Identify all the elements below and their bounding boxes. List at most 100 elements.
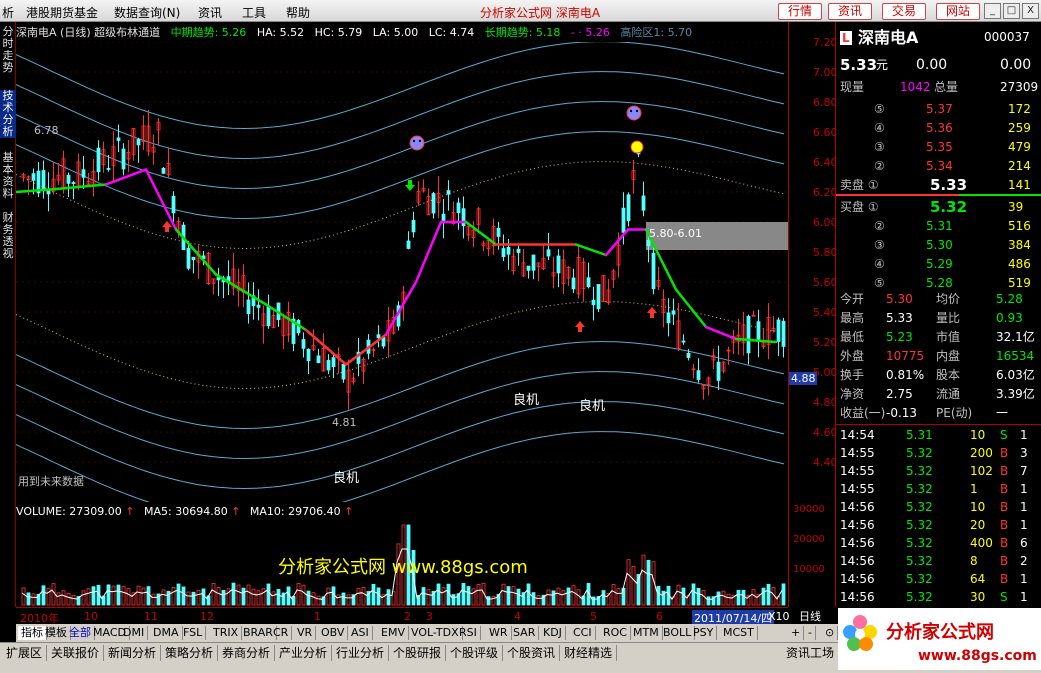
candle-body [776,319,781,342]
bottom-tab[interactable]: 新闻分析 [104,645,162,661]
candle-body [331,357,336,368]
indicator-tab[interactable]: ROC [600,626,631,640]
indicator-tab[interactable]: RSI [456,626,481,640]
chart-nav-button[interactable]: - [805,626,816,640]
quote-field: 14:56 [840,554,875,568]
quote-field: S [1000,428,1008,442]
bottom-tab[interactable]: 产业分析 [275,645,333,661]
website-button[interactable]: 网站 [936,3,980,20]
sad-face-icon [409,135,425,151]
menu-bar: 析 港股期货基金 数据查询(N) 资讯 工具 帮助 分析家公式网 深南电A 行情… [0,0,1041,22]
bottom-tab[interactable]: 个股研报 [389,645,447,661]
menu-item-news[interactable]: 资讯 [198,4,222,21]
tab-fundamentals[interactable]: 基本资料 [0,152,16,200]
chart-nav-button[interactable]: ⊙ [822,626,839,640]
candle-body [696,370,701,380]
tab-financials[interactable]: 财务透视 [0,212,16,260]
info-workshop-tab[interactable]: 资讯工场 [782,645,840,661]
quote-field: 14:54 [840,428,875,442]
future-data-note: 用到未来数据 [18,474,84,488]
tick-row: 14:56 5.32 8 B 2 [836,552,1041,571]
trend-segment [384,280,418,336]
menu-item-help[interactable]: 帮助 [286,4,310,21]
candle-body [596,284,601,310]
indicator-tab[interactable]: CCI [570,626,596,640]
candle-body [546,249,551,257]
menu-item-data-query[interactable]: 数据查询(N) [114,4,180,21]
tab-technical[interactable]: 技术分析 [0,90,16,138]
quote-button[interactable]: 行情 [778,3,822,20]
volume-bar [341,592,346,606]
news-button[interactable]: 资讯 [828,3,872,20]
indicator-tab[interactable]: FSL [180,626,207,640]
volume-bar [766,583,771,606]
volume-bar [601,590,606,606]
price-axis: 7.20 7.00 6.80 6.60 6.40 6.20 6.00 5.80 5.60 5.40… [788,22,838,623]
indicator-tab[interactable]: DMI [120,626,149,640]
quote-field: -0.13 [886,406,918,420]
candlestick-chart[interactable]: 6.78 4.81 5.80-6.01 良机 良机 良机 用到未来数据 [16,42,788,502]
quote-field: 14:55 [840,464,875,478]
bottom-tab[interactable]: 个股评级 [446,645,504,661]
volume-bar [116,584,121,606]
candle-body [586,277,591,288]
indicator-tab[interactable]: VR [294,626,317,640]
indicator-tab[interactable]: PSY [690,626,718,640]
indicator-tab[interactable]: EMV [378,626,409,640]
volume-bar [761,587,766,606]
quote-field: 1 [1020,428,1028,442]
quote-field: 30 [970,590,986,604]
indicator-tab[interactable]: DMA [150,626,183,640]
volume-bar [476,583,481,606]
quote-field: 3.39亿 [996,387,1035,401]
trade-button[interactable]: 交易 [882,3,926,20]
bottom-tab[interactable]: 策略分析 [161,645,219,661]
indicator-tab[interactable]: TRIX [210,626,243,640]
indicator-tab[interactable]: CR [270,626,293,640]
quote-field: 今开 [840,292,865,306]
indicator-tab[interactable]: ASI [348,626,373,640]
volume-chart[interactable]: 分析家公式网 www.88gs.com [16,521,788,606]
bottom-tab[interactable]: 关联报价 [47,645,105,661]
bottom-tab[interactable]: 券商分析 [218,645,276,661]
quote-field: B [1000,536,1009,550]
bottom-tab[interactable]: 个股资讯 [503,645,561,661]
bottom-tab[interactable]: 行业分析 [332,645,390,661]
tab-intraday[interactable]: 分时走势 [0,26,16,74]
indicator-tab[interactable]: SAR [510,626,540,640]
dash-value: - · 5.26 [570,26,610,39]
volume-bar [196,590,201,606]
candle-body [621,207,626,233]
volume-bar [506,586,511,606]
indicator-tab[interactable]: VOL-TDX [408,626,463,640]
volume-bar [346,594,351,606]
menu-item-analysis[interactable]: 析 [2,4,14,21]
menu-item-hk-futures[interactable]: 港股期货基金 [26,4,98,21]
minimize-icon[interactable]: _ [984,3,1001,19]
candle-body [526,265,531,271]
bid-ask-divider [836,194,1041,196]
volume-bar [326,587,331,606]
quote-field: 14:56 [840,572,875,586]
menu-item-tools[interactable]: 工具 [242,4,266,21]
maximize-icon[interactable]: □ [1003,3,1020,19]
indicator-tab[interactable]: OBV [318,626,349,640]
price-axis-label: 4.60 [813,426,838,439]
bottom-tab[interactable]: 扩展区 [2,645,48,661]
volume-bar [681,587,686,606]
volume-axis-label: 30000 [793,504,825,515]
close-icon[interactable]: X [1022,3,1039,19]
candle-body [781,321,786,347]
indicator-tab[interactable]: MCST [720,626,758,640]
trend-segments [16,168,778,366]
indicator-tab[interactable]: MTM [630,626,663,640]
volume-bar [121,585,126,606]
date-label: 5 [590,610,597,623]
volume-bar [171,587,176,606]
volume-bar [501,583,506,606]
volume-bar [106,584,111,606]
indicator-tab[interactable]: KDJ [540,626,566,640]
chart-nav-button[interactable]: + [788,626,805,640]
indicator-tab[interactable]: WR [486,626,512,640]
bottom-tab[interactable]: 财经精选 [560,645,618,661]
